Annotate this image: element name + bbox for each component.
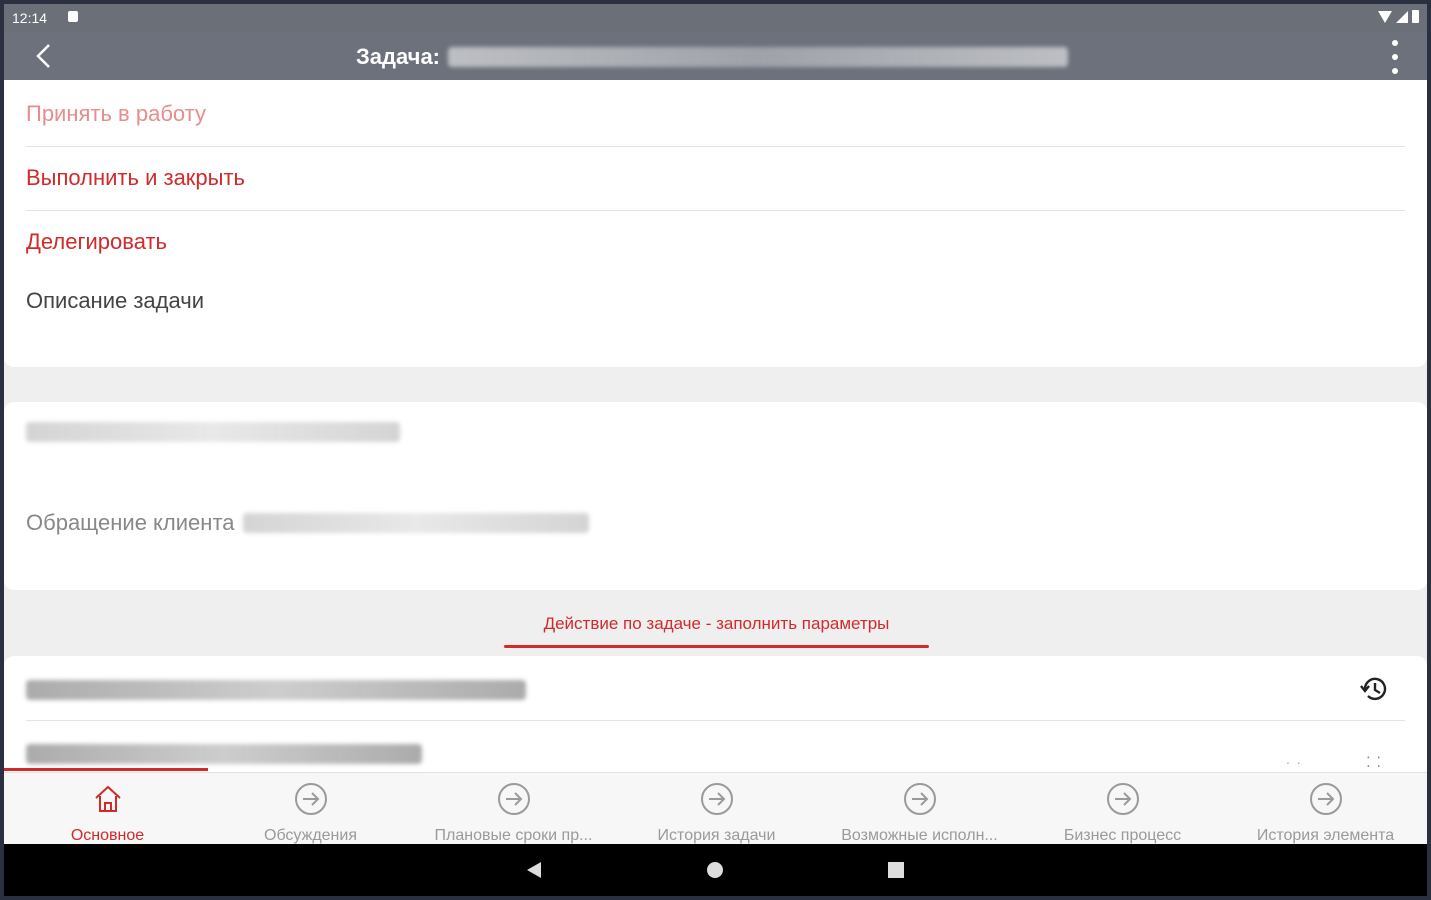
- more-dot-icon: [1392, 54, 1398, 60]
- nav-item-label: Плановые сроки пр...: [434, 827, 593, 844]
- system-home-button[interactable]: [703, 858, 727, 882]
- history-icon[interactable]: [1357, 672, 1391, 706]
- accept-task-button[interactable]: Принять в работу: [26, 82, 1405, 147]
- arrow-circle-icon: [903, 783, 936, 815]
- nav-item-possible-executors[interactable]: Возможные исполн...: [818, 781, 1021, 844]
- scroll-indicator: [4, 768, 208, 771]
- nav-item-element-history[interactable]: История элемента: [1224, 781, 1427, 844]
- system-back-button[interactable]: [522, 858, 546, 882]
- task-action-tab[interactable]: Действие по задаче - заполнить параметры: [504, 608, 929, 648]
- nav-item-discussions[interactable]: Обсуждения: [209, 781, 412, 844]
- nav-item-label: История элемента: [1256, 827, 1395, 844]
- arrow-circle-icon: [294, 783, 327, 815]
- nav-item-task-history[interactable]: История задачи: [615, 781, 818, 844]
- actions-card: Принять в работу Выполнить и закрыть Дел…: [4, 80, 1427, 367]
- bottom-navigation: Основное Обсуждения Плановые сроки пр...: [4, 772, 1427, 845]
- app-bar: Задача:: [4, 32, 1427, 80]
- status-icons: [1378, 10, 1419, 23]
- triangle-back-icon: [527, 862, 541, 878]
- more-options-button[interactable]: [1391, 40, 1399, 74]
- system-navigation-bar: [4, 844, 1427, 896]
- parameter-row[interactable]: [26, 656, 1405, 721]
- client-appeal-label: Обращение клиента: [26, 510, 235, 535]
- parameters-card: ·· ⁚⁚: [4, 656, 1427, 776]
- battery-icon: [1412, 10, 1419, 23]
- nav-item-label: Возможные исполн...: [841, 827, 998, 844]
- redacted-task-name: [448, 47, 1069, 67]
- status-time: 12:14: [12, 10, 48, 26]
- drag-handle-icon: ⁚⁚: [1366, 754, 1387, 770]
- task-description-label: Описание задачи: [26, 288, 204, 313]
- page-title: Задача:: [356, 44, 1069, 70]
- circle-home-icon: [707, 862, 723, 878]
- ellipsis-icon: ··: [1285, 754, 1307, 770]
- page-title-label: Задача:: [356, 44, 441, 69]
- nav-item-main[interactable]: Основное: [6, 781, 209, 844]
- home-icon: [94, 785, 121, 812]
- signal-icon: [1396, 10, 1408, 23]
- redacted-parameter-label: [26, 744, 422, 764]
- status-bar: 12:14: [4, 4, 1427, 32]
- device-frame: 12:14 Задача: Принять в работу Выполнить…: [0, 0, 1431, 900]
- system-recents-button[interactable]: [884, 858, 908, 882]
- arrow-circle-icon: [1106, 783, 1139, 815]
- arrow-circle-icon: [1309, 783, 1342, 815]
- more-dot-icon: [1392, 40, 1398, 46]
- arrow-circle-icon: [700, 783, 733, 815]
- back-button[interactable]: [30, 42, 58, 70]
- nav-item-label: Бизнес процесс: [1063, 827, 1182, 844]
- square-recents-icon: [888, 862, 904, 878]
- details-card: Обращение клиента: [4, 402, 1427, 590]
- more-dot-icon: [1392, 68, 1398, 74]
- tab-underline: [504, 645, 929, 648]
- redacted-appeal-number: [242, 513, 589, 533]
- delegate-button[interactable]: Делегировать: [26, 210, 1405, 274]
- nav-item-label: Основное: [70, 827, 145, 844]
- arrow-circle-icon: [497, 783, 530, 815]
- lock-icon: [68, 11, 78, 22]
- redacted-parameter-label: [26, 680, 526, 700]
- redacted-person-name: [26, 422, 400, 442]
- nav-item-planned-dates[interactable]: Плановые сроки пр...: [412, 781, 615, 844]
- task-action-tab-label: Действие по задаче - заполнить параметры: [543, 614, 890, 633]
- chevron-left-icon: [36, 44, 50, 68]
- client-appeal-field[interactable]: Обращение клиента: [26, 510, 589, 536]
- nav-item-business-process[interactable]: Бизнес процесс: [1021, 781, 1224, 844]
- nav-item-label: Обсуждения: [264, 827, 357, 844]
- complete-close-button[interactable]: Выполнить и закрыть: [26, 146, 1405, 211]
- wifi-icon: [1378, 10, 1392, 23]
- nav-item-label: История задачи: [657, 827, 776, 844]
- screen: 12:14 Задача: Принять в работу Выполнить…: [4, 4, 1427, 896]
